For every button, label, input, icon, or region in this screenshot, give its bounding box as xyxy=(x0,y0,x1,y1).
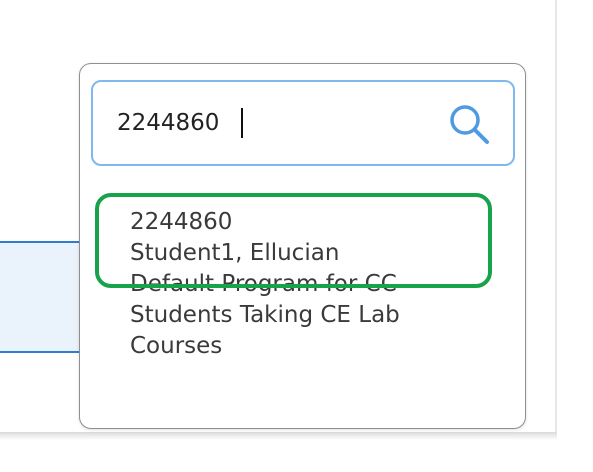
search-dropdown-popup: 2244860 Student1, Ellucian Default Progr… xyxy=(79,63,526,429)
panel-divider xyxy=(555,0,557,438)
result-program-line-2: Students Taking CE Lab xyxy=(130,302,400,328)
result-highlight-box xyxy=(95,193,492,288)
result-program-line-3: Courses xyxy=(130,333,223,359)
panel-bottom-shadow xyxy=(0,432,557,440)
search-box[interactable] xyxy=(91,80,515,166)
search-icon[interactable] xyxy=(445,101,493,149)
text-cursor xyxy=(241,108,243,138)
search-input[interactable] xyxy=(117,102,417,144)
